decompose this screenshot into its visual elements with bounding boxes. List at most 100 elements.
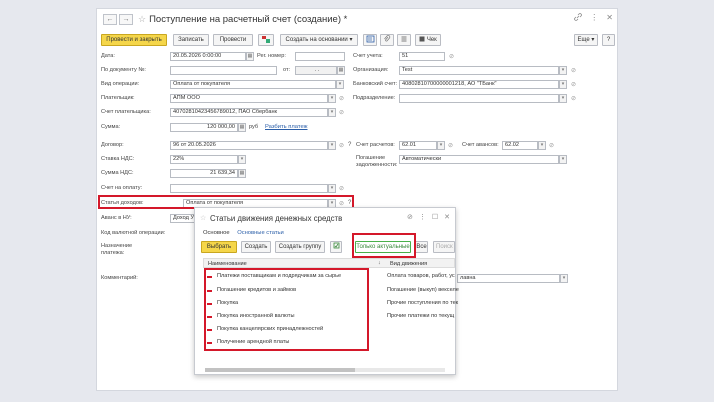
forward-button[interactable]: → xyxy=(119,13,133,25)
organization-dropdown[interactable]: ▾ xyxy=(559,66,567,75)
dialog-close-icon[interactable]: ✕ xyxy=(444,213,450,221)
barcode-icon[interactable] xyxy=(363,34,377,46)
purpose-label-1: Назначение xyxy=(101,243,133,249)
receipt-button[interactable]: Чек xyxy=(415,34,441,46)
date-field[interactable]: 20.05.2026 0:00:00 xyxy=(170,52,246,61)
organization-field[interactable]: Test xyxy=(399,66,559,75)
comment-label: Комментарий: xyxy=(101,275,138,281)
contract-dropdown[interactable]: ▾ xyxy=(328,141,336,150)
payer-account-link-icon[interactable]: ⊘ xyxy=(339,109,344,116)
list-icon[interactable] xyxy=(397,34,411,46)
create-based-button[interactable]: Создать на основании ▾ xyxy=(280,34,358,46)
dialog-star-icon[interactable]: ☆ xyxy=(200,214,206,222)
invoice-dropdown[interactable]: ▾ xyxy=(328,184,336,193)
advance-link-icon[interactable]: ⊘ xyxy=(549,142,554,149)
advance-account-dropdown[interactable]: ▾ xyxy=(538,141,546,150)
account-link-icon[interactable]: ⊘ xyxy=(449,53,454,60)
post-button[interactable]: Провести xyxy=(213,34,253,46)
vat-sum-calculator-icon[interactable]: ▦ xyxy=(238,169,246,178)
vat-rate-label: Ставка НДС: xyxy=(101,156,135,162)
from-calendar-icon[interactable]: ▦ xyxy=(337,66,345,75)
division-label: Подразделение: xyxy=(353,95,396,101)
settlement-account-field[interactable]: 62.01 xyxy=(399,141,437,150)
payer-account-field[interactable]: 40702810423456789012, ПАО Сбербанк xyxy=(170,108,328,117)
invoice-label: Счет на оплату: xyxy=(101,185,143,191)
save-button[interactable]: Записать xyxy=(173,34,209,46)
invoice-link-icon[interactable]: ⊘ xyxy=(339,185,344,192)
more-button[interactable]: Еще ▾ xyxy=(574,34,598,46)
tab-main-articles[interactable]: Основные статьи xyxy=(237,230,284,236)
division-link-icon[interactable]: ⊘ xyxy=(571,95,576,102)
back-button[interactable]: ← xyxy=(103,13,117,25)
link-icon[interactable] xyxy=(574,13,583,23)
reg-number-field[interactable] xyxy=(295,52,345,61)
comment-dropdown[interactable]: ▾ xyxy=(560,274,568,283)
payer-dropdown[interactable]: ▾ xyxy=(328,94,336,103)
sum-calculator-icon[interactable]: ▦ xyxy=(238,123,246,132)
col-name-header[interactable]: Наименование xyxy=(208,261,247,267)
title-bar: ← → ☆ Поступление на расчетный счет (соз… xyxy=(97,9,617,29)
operation-dropdown[interactable]: ▾ xyxy=(336,80,344,89)
debt-repayment-dropdown[interactable]: ▾ xyxy=(559,155,567,164)
settlement-account-label: Счет расчетов: xyxy=(356,142,395,148)
debt-repayment-field[interactable]: Автоматически xyxy=(399,155,559,164)
help-button[interactable]: ? xyxy=(602,34,615,46)
invoice-field[interactable] xyxy=(170,184,328,193)
vat-rate-dropdown[interactable]: ▾ xyxy=(238,155,246,164)
favorite-star-icon[interactable]: ☆ xyxy=(138,14,146,25)
division-field[interactable] xyxy=(399,94,559,103)
from-label: от: xyxy=(283,67,291,73)
bank-account-label: Банковский счет: xyxy=(353,81,398,87)
post-and-close-button[interactable]: Провести и закрыть xyxy=(101,34,167,46)
doc-number-field[interactable] xyxy=(170,66,277,75)
division-dropdown[interactable]: ▾ xyxy=(559,94,567,103)
dialog-more-icon[interactable]: ⋮ xyxy=(419,213,426,221)
attach-icon[interactable] xyxy=(380,34,394,46)
date-calendar-icon[interactable]: ▦ xyxy=(246,52,254,61)
payer-link-icon[interactable]: ⊘ xyxy=(339,95,344,102)
settlement-account-dropdown[interactable]: ▾ xyxy=(437,141,445,150)
sum-field[interactable]: 120 000,00 xyxy=(170,123,238,132)
bank-account-link-icon[interactable]: ⊘ xyxy=(571,81,576,88)
contract-link-icon[interactable]: ⊘ xyxy=(339,142,344,149)
vat-rate-field[interactable]: 22% xyxy=(170,155,238,164)
bank-account-dropdown[interactable]: ▾ xyxy=(559,80,567,89)
debt-repayment-label-2: задолженности: xyxy=(356,162,398,168)
refresh-icon[interactable] xyxy=(330,241,342,253)
bank-account-field[interactable]: 40802810700000001218, АО "ТБанк" xyxy=(399,80,559,89)
split-payment-link[interactable]: Разбить платеж xyxy=(265,124,308,130)
row-kind: Прочие поступления по тек xyxy=(387,300,459,306)
advance-account-label: Счет авансов: xyxy=(462,142,499,148)
contract-help-icon[interactable]: ? xyxy=(348,142,351,148)
organization-link-icon[interactable]: ⊘ xyxy=(571,67,576,74)
from-date-field[interactable]: . . xyxy=(295,66,337,75)
select-button[interactable]: Выбрать xyxy=(201,241,237,253)
close-icon[interactable]: ✕ xyxy=(606,13,613,23)
payer-account-dropdown[interactable]: ▾ xyxy=(328,108,336,117)
contract-field[interactable]: 96 от 20.05.2026 xyxy=(170,141,328,150)
all-button[interactable]: Все xyxy=(415,241,428,253)
date-label: Дата: xyxy=(101,53,115,59)
journal-icon[interactable] xyxy=(258,34,274,46)
dialog-maximize-icon[interactable]: ☐ xyxy=(432,213,438,221)
create-group-button[interactable]: Создать группу xyxy=(275,241,325,253)
horizontal-scrollbar[interactable] xyxy=(205,368,445,372)
search-input[interactable]: Поиск ( xyxy=(433,241,455,253)
advance-account-field[interactable]: 62.02 xyxy=(502,141,538,150)
account-field[interactable]: 51 xyxy=(399,52,445,61)
tab-main[interactable]: Основное xyxy=(203,230,230,236)
payer-field[interactable]: АПМ ООО xyxy=(170,94,328,103)
more-icon[interactable]: ⋮ xyxy=(590,13,598,23)
operation-field[interactable]: Оплата от покупателя xyxy=(170,80,336,89)
sort-arrow-icon[interactable]: ↓ xyxy=(378,260,381,266)
row-kind: Прочие платежи по текущ xyxy=(387,313,455,319)
comment-field[interactable]: лавна xyxy=(457,274,560,283)
window-title: Поступление на расчетный счет (создание)… xyxy=(149,13,348,25)
col-kind-header[interactable]: Вид движения xyxy=(390,261,427,267)
dialog-link-icon[interactable]: ⊘ xyxy=(407,213,413,221)
settlement-link-icon[interactable]: ⊘ xyxy=(448,142,453,149)
sum-label: Сумма: xyxy=(101,124,121,130)
create-button[interactable]: Создать xyxy=(241,241,271,253)
scrollbar-thumb[interactable] xyxy=(205,368,355,372)
vat-sum-field[interactable]: 21 639,34 xyxy=(170,169,238,178)
